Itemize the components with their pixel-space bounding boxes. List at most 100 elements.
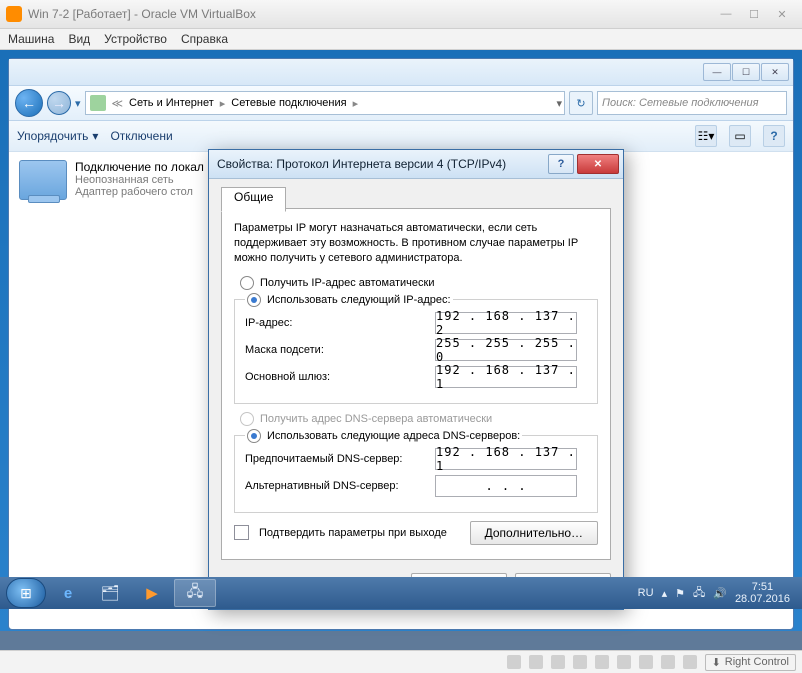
radio-dns-auto: Получить адрес DNS-сервера автоматически: [240, 412, 598, 426]
dns1-label: Предпочитаемый DNS-сервер:: [245, 453, 435, 465]
dialog-tabstrip: Общие: [221, 187, 611, 209]
language-indicator[interactable]: RU: [638, 587, 654, 599]
network-tray-icon[interactable]: 🖧: [693, 584, 705, 603]
vb-menubar: Машина Вид Устройство Справка: [0, 29, 802, 50]
taskbar-network-icon[interactable]: 🖧: [174, 579, 216, 607]
taskbar-ie-icon[interactable]: e: [48, 580, 88, 606]
host-key-indicator[interactable]: ⬇ Right Control: [705, 654, 796, 671]
volume-icon[interactable]: 🔊: [713, 587, 727, 600]
menu-view[interactable]: Вид: [68, 32, 90, 46]
ip-fieldset: Использовать следующий IP-адрес: IP-адре…: [234, 293, 598, 404]
vb-window-title: Win 7-2 [Работает] - Oracle VM VirtualBo…: [28, 7, 712, 21]
taskbar-explorer-icon[interactable]: 🗂: [90, 580, 130, 606]
explorer-titlebar: — ☐ ✕: [9, 59, 793, 86]
lan-connection-icon[interactable]: [19, 160, 67, 200]
vb-status-bar: ⬇ Right Control: [0, 650, 802, 673]
description-text: Параметры IP могут назначаться автоматич…: [234, 221, 598, 266]
gateway-input[interactable]: 192 . 168 . 137 . 1: [435, 366, 577, 388]
taskbar-mediaplayer-icon[interactable]: ▶: [132, 580, 172, 606]
gateway-label: Основной шлюз:: [245, 371, 435, 383]
vb-record-icon[interactable]: [661, 655, 675, 669]
chevron-down-icon[interactable]: ▾: [75, 97, 81, 110]
arrow-down-icon: ⬇: [712, 656, 721, 669]
maximize-button[interactable]: ☐: [740, 5, 768, 23]
tab-general-pane: Параметры IP могут назначаться автоматич…: [221, 208, 611, 560]
radio-ip-manual[interactable]: Использовать следующий IP-адрес:: [247, 293, 451, 307]
dialog-titlebar: Свойства: Протокол Интернета версии 4 (T…: [209, 150, 623, 179]
chevron-down-icon: ▾: [92, 129, 98, 143]
organize-menu[interactable]: Упорядочить ▾: [17, 129, 98, 143]
vb-optical-icon[interactable]: [529, 655, 543, 669]
explorer-minimize-button[interactable]: —: [703, 63, 731, 81]
nav-forward-button[interactable]: →: [47, 91, 71, 115]
dialog-close-button[interactable]: ✕: [577, 154, 619, 174]
explorer-nav-bar: ← → ▾ ≪ Сеть и Интернет ▸ Сетевые подклю…: [9, 86, 793, 121]
dialog-title: Свойства: Протокол Интернета версии 4 (T…: [217, 157, 548, 171]
lan-connection-item[interactable]: Подключение по локал Неопознанная сеть А…: [75, 160, 204, 200]
nav-back-button[interactable]: ←: [15, 89, 43, 117]
explorer-toolbar: Упорядочить ▾ Отключени ☷▾ ▭ ?: [9, 121, 793, 152]
subnet-mask-label: Маска подсети:: [245, 344, 435, 356]
ip-address-input[interactable]: 192 . 168 . 137 . 2: [435, 312, 577, 334]
search-input[interactable]: Поиск: Сетевые подключения: [597, 91, 787, 115]
validate-on-exit-label: Подтвердить параметры при выходе: [259, 527, 460, 539]
explorer-maximize-button[interactable]: ☐: [732, 63, 760, 81]
subnet-mask-input[interactable]: 255 . 255 . 255 . 0: [435, 339, 577, 361]
chevron-right-icon: ▸: [353, 97, 359, 110]
vb-network-icon[interactable]: [573, 655, 587, 669]
ip-address-label: IP-адрес:: [245, 317, 435, 329]
help-button[interactable]: ?: [763, 125, 785, 147]
refresh-button[interactable]: ↻: [569, 91, 593, 115]
dns2-input[interactable]: . . .: [435, 475, 577, 497]
radio-ip-auto[interactable]: Получить IP-адрес автоматически: [240, 276, 598, 290]
dns1-input[interactable]: 192 . 168 . 137 . 1: [435, 448, 577, 470]
chevron-down-icon[interactable]: ▾: [556, 97, 562, 110]
ipv4-properties-dialog: Свойства: Протокол Интернета версии 4 (T…: [208, 149, 624, 610]
radio-dns-manual[interactable]: Использовать следующие адреса DNS-сервер…: [247, 429, 520, 443]
virtualbox-icon: [6, 6, 22, 22]
connection-adapter: Адаптер рабочего стол: [75, 186, 204, 198]
vb-audio-icon[interactable]: [551, 655, 565, 669]
dns-fieldset: Использовать следующие адреса DNS-сервер…: [234, 429, 598, 513]
vb-usb-icon[interactable]: [595, 655, 609, 669]
connection-name: Подключение по локал: [75, 160, 204, 174]
vb-display-icon[interactable]: [639, 655, 653, 669]
address-bar[interactable]: ≪ Сеть и Интернет ▸ Сетевые подключения …: [85, 91, 565, 115]
chevron-right-icon: ▸: [220, 97, 226, 110]
clock-date: 28.07.2016: [735, 593, 790, 605]
vb-mouse-icon[interactable]: [683, 655, 697, 669]
windows-taskbar: ⊞ e 🗂 ▶ 🖧 RU ▴ ⚑ 🖧 🔊 7:51 28.07.2016: [0, 577, 802, 609]
tab-general[interactable]: Общие: [221, 187, 286, 212]
vb-shared-folders-icon[interactable]: [617, 655, 631, 669]
menu-devices[interactable]: Устройство: [104, 32, 167, 46]
explorer-close-button[interactable]: ✕: [761, 63, 789, 81]
menu-machine[interactable]: Машина: [8, 32, 54, 46]
disconnect-menu[interactable]: Отключени: [110, 129, 172, 143]
guest-desktop: — ☐ ✕ ← → ▾ ≪ Сеть и Интернет ▸ Сетевые …: [0, 50, 802, 631]
breadcrumb-network[interactable]: Сеть и Интернет: [127, 97, 216, 109]
menu-help[interactable]: Справка: [181, 32, 228, 46]
minimize-button[interactable]: —: [712, 5, 740, 23]
advanced-button[interactable]: Дополнительно…: [470, 521, 598, 545]
radio-icon: [247, 293, 261, 307]
preview-pane-button[interactable]: ▭: [729, 125, 751, 147]
connection-status: Неопознанная сеть: [75, 174, 204, 186]
dialog-help-button[interactable]: ?: [548, 154, 574, 174]
clock-time: 7:51: [735, 581, 790, 593]
breadcrumb-sep-icon: ≪: [112, 97, 124, 110]
tray-expand-icon[interactable]: ▴: [662, 587, 668, 600]
radio-icon: [240, 412, 254, 426]
dns2-label: Альтернативный DNS-сервер:: [245, 480, 435, 492]
search-placeholder: Поиск: Сетевые подключения: [602, 97, 759, 109]
network-icon: [90, 95, 106, 111]
radio-icon: [240, 276, 254, 290]
breadcrumb-connections[interactable]: Сетевые подключения: [229, 97, 348, 109]
start-button[interactable]: ⊞: [6, 578, 46, 608]
view-menu-button[interactable]: ☷▾: [695, 125, 717, 147]
action-center-icon[interactable]: ⚑: [675, 587, 685, 600]
validate-on-exit-checkbox[interactable]: [234, 525, 249, 540]
clock[interactable]: 7:51 28.07.2016: [735, 581, 790, 605]
virtualbox-window: Win 7-2 [Работает] - Oracle VM VirtualBo…: [0, 0, 802, 673]
vb-hdd-icon[interactable]: [507, 655, 521, 669]
close-button[interactable]: ✕: [768, 5, 796, 23]
